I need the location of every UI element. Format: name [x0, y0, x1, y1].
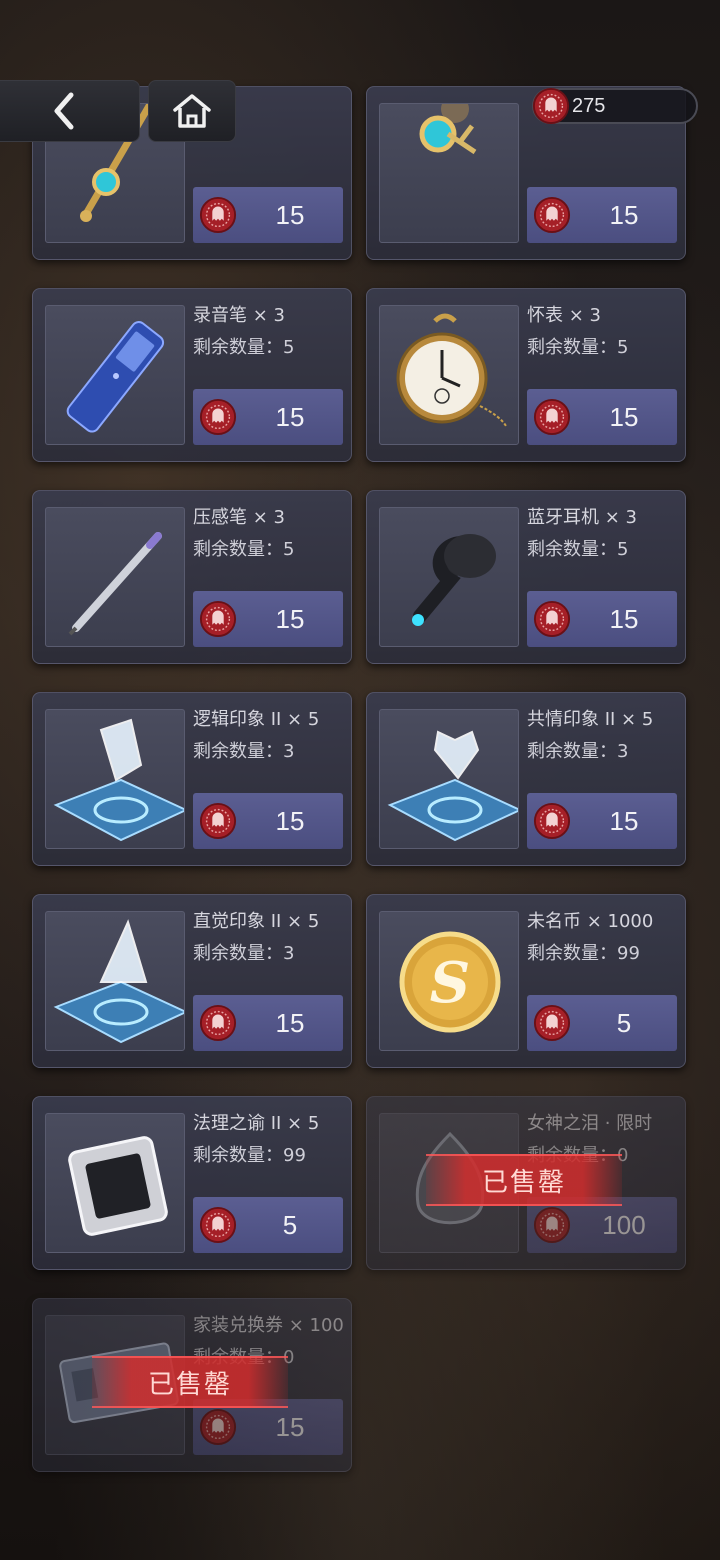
- item-stock: 剩余数量：99: [193, 1145, 306, 1166]
- item-price: 15: [609, 199, 639, 230]
- item-stock: 剩余数量：3: [527, 741, 629, 762]
- item-price: 15: [609, 603, 639, 634]
- seal-coin-icon: [199, 1408, 237, 1446]
- item-price: 15: [275, 1007, 305, 1038]
- hologram-heart-icon: [380, 730, 518, 848]
- seal-coin-icon: [199, 802, 237, 840]
- buy-button[interactable]: 15: [193, 995, 343, 1051]
- item-name: 法理之谕 II × 5: [193, 1113, 320, 1134]
- seal-coin-icon: [199, 196, 237, 234]
- item-thumbnail: [45, 305, 185, 445]
- buy-button[interactable]: 15: [527, 793, 677, 849]
- item-price: 15: [275, 805, 305, 836]
- buy-button[interactable]: 15: [527, 187, 677, 243]
- buy-button[interactable]: 15: [527, 591, 677, 647]
- item-name: 录音笔 × 3: [193, 305, 285, 326]
- buy-button[interactable]: 15: [193, 793, 343, 849]
- shop-item-card[interactable]: 压感笔 × 3 剩余数量：5 15: [32, 490, 352, 664]
- sold-out-banner: 已售罄: [92, 1356, 288, 1408]
- buy-button[interactable]: 5: [527, 995, 677, 1051]
- item-name: 未名币 × 1000: [527, 911, 654, 932]
- item-name: 共情印象 II × 5: [527, 709, 654, 730]
- pocket-watch-icon: [380, 313, 518, 444]
- item-stock: 剩余数量：99: [527, 943, 640, 964]
- ticket-icon: [46, 1342, 184, 1454]
- shop-item-card[interactable]: 逻辑印象 II × 5 剩余数量：3 15: [32, 692, 352, 866]
- item-thumbnail: [45, 911, 185, 1051]
- item-stock: 剩余数量：5: [527, 539, 629, 560]
- buy-button[interactable]: 15: [527, 389, 677, 445]
- shop-item-card[interactable]: 蓝牙耳机 × 3 剩余数量：5 15: [366, 490, 686, 664]
- item-name: 家装兑换券 × 100: [193, 1315, 344, 1336]
- item-thumbnail: [45, 709, 185, 849]
- voice-recorder-icon: [46, 321, 184, 444]
- currency-amount: 275: [572, 94, 606, 117]
- item-thumbnail: S: [379, 911, 519, 1051]
- item-price: 15: [275, 199, 305, 230]
- gold-pin-icon: [46, 104, 184, 242]
- seal-coin-icon: [533, 600, 571, 638]
- item-stock: 剩余数量：5: [527, 337, 629, 358]
- hologram-pyramid-icon: [46, 919, 184, 1050]
- hologram-diamond-icon: [46, 718, 184, 848]
- shop-item-card[interactable]: 共情印象 II × 5 剩余数量：3 15: [366, 692, 686, 866]
- seal-coin-icon: [199, 1004, 237, 1042]
- item-stock: 剩余数量：3: [193, 741, 295, 762]
- item-name: 压感笔 × 3: [193, 507, 285, 528]
- seal-coin-icon: [533, 196, 571, 234]
- shop-item-card[interactable]: 录音笔 × 3 剩余数量：5 15: [32, 288, 352, 462]
- shop-item-card[interactable]: S 未名币 × 1000 剩余数量：99 5: [366, 894, 686, 1068]
- shop-item-card[interactable]: 直觉印象 II × 5 剩余数量：3 15: [32, 894, 352, 1068]
- shop-item-card[interactable]: 怀表 × 3 剩余数量：5 15: [366, 288, 686, 462]
- item-price: 5: [282, 1209, 298, 1240]
- seal-coin-icon: [199, 1206, 237, 1244]
- item-thumbnail: [379, 305, 519, 445]
- item-name: 怀表 × 3: [527, 305, 601, 326]
- cufflinks-icon: [380, 104, 518, 242]
- sold-out-banner: 已售罄: [426, 1154, 622, 1206]
- seal-coin-icon: [199, 398, 237, 436]
- item-name: 女神之泪 · 限时: [527, 1113, 653, 1134]
- svg-text:S: S: [430, 950, 470, 1016]
- item-thumbnail: [379, 709, 519, 849]
- item-stock: 剩余数量：3: [193, 943, 295, 964]
- gold-coin-icon: S: [380, 931, 518, 1050]
- currency-display: 275: [532, 87, 698, 125]
- back-button[interactable]: [0, 80, 140, 142]
- stylus-pen-icon: [46, 532, 184, 646]
- shop-item-card[interactable]: 法理之谕 II × 5 剩余数量：99 5: [32, 1096, 352, 1270]
- buy-button[interactable]: 15: [193, 591, 343, 647]
- seal-coin-icon: [533, 1206, 571, 1244]
- item-price: 15: [275, 603, 305, 634]
- item-price: 15: [609, 401, 639, 432]
- item-thumbnail: [45, 1113, 185, 1253]
- item-thumbnail: [379, 507, 519, 647]
- item-thumbnail: [45, 507, 185, 647]
- buy-button[interactable]: 15: [193, 389, 343, 445]
- item-price: 5: [616, 1007, 632, 1038]
- item-price: 15: [609, 805, 639, 836]
- buy-button[interactable]: 15: [193, 187, 343, 243]
- teardrop-gem-icon: [380, 1131, 518, 1252]
- item-stock: 剩余数量：5: [193, 539, 295, 560]
- seal-coin-icon: [533, 398, 571, 436]
- home-icon: [173, 94, 211, 128]
- seal-coin-icon: [532, 87, 570, 125]
- item-name: 直觉印象 II × 5: [193, 911, 320, 932]
- item-price: 15: [275, 401, 305, 432]
- item-thumbnail: [379, 103, 519, 243]
- seal-coin-icon: [199, 600, 237, 638]
- seal-coin-icon: [533, 802, 571, 840]
- item-name: 逻辑印象 II × 5: [193, 709, 320, 730]
- chip-box-icon: [46, 1136, 184, 1252]
- earbud-icon: [380, 534, 518, 646]
- home-button[interactable]: [148, 80, 236, 142]
- chevron-left-icon: [54, 92, 74, 130]
- buy-button[interactable]: 5: [193, 1197, 343, 1253]
- shop-grid: 15 15 录音笔 × 3 剩余数量：5 15 怀表 × 3 剩余数量：5 15 压感笔 × 3…: [0, 0, 720, 1560]
- item-name: 蓝牙耳机 × 3: [527, 507, 637, 528]
- item-stock: 剩余数量：5: [193, 337, 295, 358]
- seal-coin-icon: [533, 1004, 571, 1042]
